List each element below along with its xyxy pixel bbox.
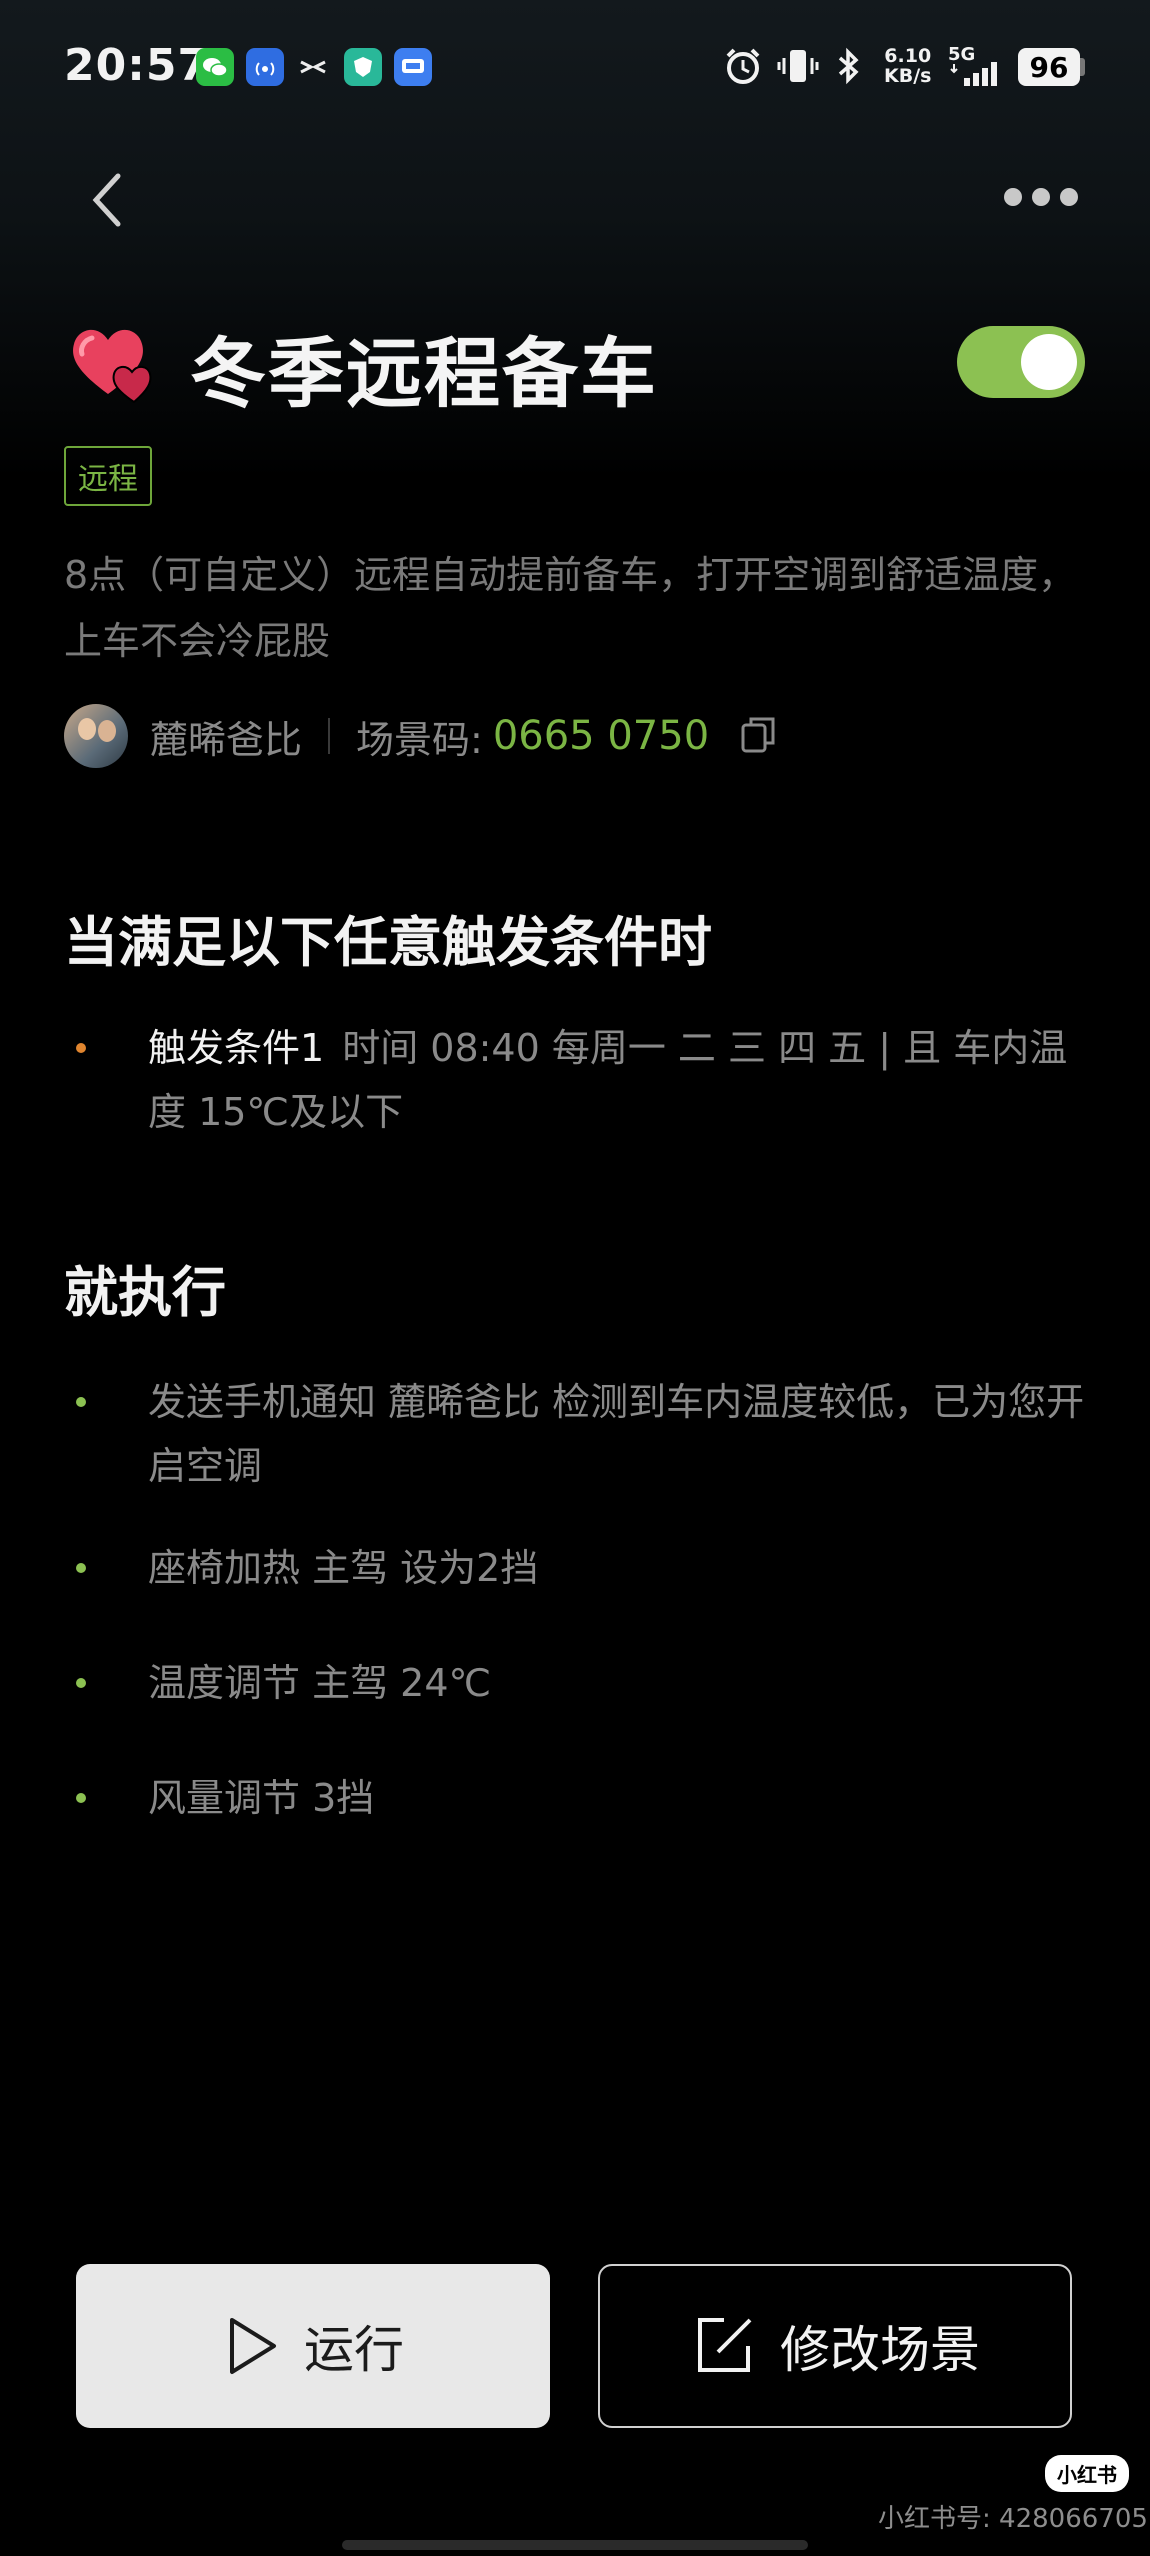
back-button[interactable] — [88, 170, 128, 234]
alarm-icon — [722, 46, 764, 90]
copy-icon — [741, 717, 775, 753]
wechat-icon — [196, 48, 234, 86]
xiaohongshu-x-icon — [294, 48, 332, 86]
network-speed-unit: KB/s — [884, 65, 932, 87]
trigger-name: 触发条件1 — [148, 1026, 325, 1070]
scene-code-label: 场景码: — [356, 717, 483, 762]
scene-title: 冬季远程备车 — [190, 329, 658, 418]
action-bullet — [76, 1678, 86, 1688]
scene-description: 8点（可自定义）远程自动提前备车，打开空调到舒适温度，上车不会冷屁股 — [64, 553, 1077, 663]
action-item: 发送手机通知 麓晞爸比 检测到车内温度较低，已为您开启空调 — [64, 1370, 1094, 1498]
conditions-heading: 当满足以下任意触发条件时 — [64, 911, 712, 974]
trigger-bullet — [76, 1043, 86, 1053]
action-bullet — [76, 1563, 86, 1573]
battery-tip — [1080, 58, 1085, 76]
copy-button[interactable] — [737, 713, 779, 759]
scene-tag: 远程 — [64, 446, 152, 506]
signal-icon — [950, 58, 1008, 92]
author-name[interactable]: 麓晞爸比 — [150, 709, 302, 764]
actions-heading: 就执行 — [64, 1261, 226, 1324]
action-text: 发送手机通知 麓晞爸比 检测到车内温度较低，已为您开启空调 — [148, 1380, 1085, 1488]
watermark-badge: 小红书 — [1045, 2455, 1129, 2492]
chat-window-icon — [394, 48, 432, 86]
more-dots-icon — [1004, 188, 1022, 206]
action-item: 座椅加热 主驾 设为2挡 — [64, 1536, 1094, 1600]
radio-1-icon — [246, 48, 284, 86]
run-button[interactable]: 运行 — [76, 2264, 550, 2428]
action-text: 座椅加热 主驾 设为2挡 — [148, 1546, 539, 1590]
edit-scene-button-label: 修改场景 — [780, 2321, 980, 2379]
battery-indicator: 96 — [1018, 48, 1080, 86]
author-row: 麓晞爸比 场景码: 0665 0750 — [64, 704, 779, 768]
action-text: 温度调节 主驾 24℃ — [148, 1661, 492, 1705]
watermark-text: 小红书号: 428066705 — [878, 2504, 1148, 2534]
status-time: 20:57 — [64, 40, 210, 91]
trigger-item: 触发条件1 时间 08:40 每周一 二 三 四 五 | 且 车内温度 15℃及以… — [64, 1016, 1094, 1144]
toggle-knob — [1021, 334, 1077, 390]
avatar[interactable] — [64, 704, 128, 768]
edit-scene-button[interactable]: 修改场景 — [598, 2264, 1072, 2428]
action-text: 风量调节 3挡 — [148, 1776, 375, 1820]
run-button-label: 运行 — [304, 2321, 404, 2379]
more-dots-icon — [1060, 188, 1078, 206]
more-button[interactable] — [1004, 188, 1078, 206]
bluetooth-icon — [834, 46, 864, 90]
home-indicator[interactable] — [342, 2540, 808, 2550]
action-item: 温度调节 主驾 24℃ — [64, 1651, 1094, 1715]
shield-icon — [344, 48, 382, 86]
play-icon — [230, 2318, 276, 2374]
edit-icon — [698, 2318, 752, 2372]
network-speed-value: 6.10 — [884, 45, 932, 67]
scene-enable-toggle[interactable] — [957, 326, 1085, 398]
heart-icon — [70, 322, 162, 410]
divider — [328, 718, 331, 754]
more-dots-icon — [1032, 188, 1050, 206]
action-bullet — [76, 1397, 86, 1407]
vibrate-icon — [776, 46, 820, 90]
scene-code-value: 0665 0750 — [492, 713, 710, 759]
network-speed: 6.10 KB/s — [884, 46, 931, 86]
action-item: 风量调节 3挡 — [64, 1766, 1094, 1830]
action-bullet — [76, 1793, 86, 1803]
chevron-left-icon — [92, 173, 121, 227]
